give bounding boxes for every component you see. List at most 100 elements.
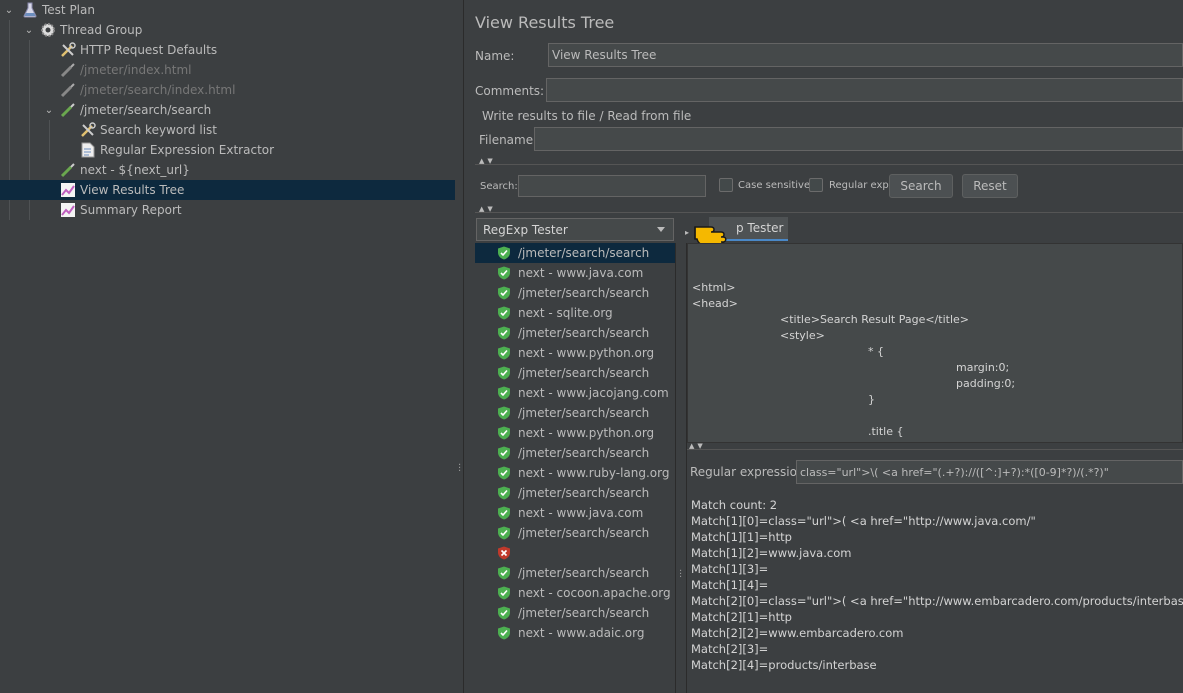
result-item[interactable]: /jmeter/search/search (475, 363, 675, 383)
renderer-select[interactable]: RegExp Tester (476, 218, 674, 241)
result-item[interactable]: /jmeter/search/search (475, 563, 675, 583)
tree-item-test-plan[interactable]: Test Plan (22, 0, 455, 20)
expand-chevron-icon[interactable]: ⌄ (3, 0, 15, 20)
result-item[interactable]: next - cocoon.apache.org (475, 583, 675, 603)
splitter-grip[interactable]: · · · (679, 567, 682, 583)
filename-field[interactable] (534, 127, 1183, 151)
success-shield-icon (497, 566, 511, 580)
result-item[interactable]: /jmeter/search/search (475, 403, 675, 423)
result-label: next - www.java.com (518, 266, 644, 280)
wrench-icon (60, 42, 76, 58)
success-shield-icon (497, 586, 511, 600)
tree-item-view-results-tree[interactable]: View Results Tree (0, 180, 455, 200)
response-line: <html> (692, 281, 736, 294)
result-label: next - www.adaic.org (518, 626, 645, 640)
result-item[interactable]: /jmeter/search/search (475, 603, 675, 623)
chart-icon (60, 202, 76, 218)
tree-item-jmeter-search-search[interactable]: /jmeter/search/search (60, 100, 455, 120)
response-line: } (868, 393, 875, 406)
tree-item-jmeter-search-index[interactable]: /jmeter/search/index.html (60, 80, 455, 100)
success-shield-icon (497, 386, 511, 400)
match-line: Match[2][4]=products/interbase (691, 658, 877, 672)
result-item[interactable]: next - www.java.com (475, 503, 675, 523)
case-sensitive-checkbox[interactable] (719, 178, 733, 192)
regexp-checkbox[interactable] (809, 178, 823, 192)
search-button[interactable]: Search (889, 174, 953, 198)
result-label: /jmeter/search/search (518, 286, 650, 300)
match-line: Match[1][2]=www.java.com (691, 546, 852, 560)
success-shield-icon (497, 426, 511, 440)
success-shield-icon (497, 526, 511, 540)
success-shield-icon (497, 286, 511, 300)
success-shield-icon (497, 306, 511, 320)
result-item[interactable]: next - www.jacojang.com (475, 383, 675, 403)
result-item[interactable]: /jmeter/search/search (475, 523, 675, 543)
results-splitter[interactable]: · · · (675, 243, 687, 693)
result-label: next - www.python.org (518, 426, 655, 440)
divider (687, 449, 1183, 450)
response-line: <title>Search Result Page</title> (780, 313, 969, 326)
result-label: next - sqlite.org (518, 306, 613, 320)
result-item[interactable]: next - sqlite.org (475, 303, 675, 323)
comments-field[interactable] (546, 78, 1183, 102)
result-item[interactable]: next - www.python.org (475, 343, 675, 363)
result-item[interactable]: /jmeter/search/search (475, 283, 675, 303)
result-item[interactable]: next - www.java.com (475, 263, 675, 283)
match-line: Match[2][2]=www.embarcadero.com (691, 626, 904, 640)
result-item[interactable]: next - www.adaic.org (475, 623, 675, 643)
result-item[interactable]: /jmeter/search/search (475, 323, 675, 343)
document-icon (80, 142, 96, 158)
tree-item-jmeter-index[interactable]: /jmeter/index.html (60, 60, 455, 80)
tree-item-label: Thread Group (60, 23, 143, 37)
result-label: next - www.python.org (518, 346, 655, 360)
result-label: next - www.jacojang.com (518, 386, 669, 400)
pipette-icon (60, 102, 76, 118)
success-shield-icon (497, 446, 511, 460)
splitter-arrow-icon[interactable]: ▸ (685, 228, 689, 237)
result-item[interactable]: next - www.ruby-lang.org (475, 463, 675, 483)
match-line: Match count: 2 (691, 498, 778, 512)
regexp-label: Regular exp. (829, 180, 892, 191)
tree-item-search-keyword-list[interactable]: Search keyword list (80, 120, 455, 140)
response-body[interactable]: <html> <head> <title>Search Result Page<… (687, 243, 1183, 443)
tree-item-label: /jmeter/search/search (80, 103, 212, 117)
result-item[interactable] (475, 543, 675, 563)
result-label: /jmeter/search/search (518, 366, 650, 380)
result-item[interactable]: /jmeter/search/search (475, 483, 675, 503)
case-sensitive-label: Case sensitive (738, 180, 811, 191)
regex-input[interactable] (796, 460, 1183, 484)
result-item[interactable]: next - www.python.org (475, 423, 675, 443)
tree-item-http-request-defaults[interactable]: HTTP Request Defaults (60, 40, 455, 60)
result-item[interactable]: /jmeter/search/search (475, 443, 675, 463)
divider (475, 212, 1183, 213)
success-shield-icon (497, 606, 511, 620)
name-field[interactable] (548, 43, 1183, 67)
result-label: /jmeter/search/search (518, 606, 650, 620)
tree-item-label: Regular Expression Extractor (100, 143, 275, 157)
tree-item-regex-extractor[interactable]: Regular Expression Extractor (80, 140, 455, 160)
expand-chevron-icon[interactable]: ⌄ (43, 100, 55, 120)
divider (475, 164, 1183, 165)
tree-item-label: /jmeter/search/index.html (80, 83, 236, 97)
result-label: next - cocoon.apache.org (518, 586, 671, 600)
expand-chevron-icon[interactable]: ⌄ (23, 20, 35, 40)
response-line: * { (868, 345, 884, 358)
response-line: padding:0; (956, 377, 1016, 390)
panel-title: View Results Tree (475, 13, 615, 32)
main-splitter[interactable]: · · · (455, 0, 464, 693)
splitter-grip[interactable]: · · · (458, 461, 461, 477)
result-label: /jmeter/search/search (518, 566, 650, 580)
success-shield-icon (497, 466, 511, 480)
search-label: Search: (480, 181, 518, 192)
search-input[interactable] (518, 175, 706, 197)
result-item[interactable]: /jmeter/search/search (475, 243, 675, 263)
reset-button[interactable]: Reset (962, 174, 1018, 198)
tree-item-summary-report[interactable]: Summary Report (60, 200, 455, 220)
match-line: Match[1][3]= (691, 562, 769, 576)
file-section-label: Write results to file / Read from file (482, 109, 692, 123)
gear-icon (40, 22, 56, 38)
test-plan-tree: ⌄ ⌄ ⌄ Test Plan Thread Group HTTP Reques… (0, 0, 455, 693)
tree-item-next-url[interactable]: next - ${next_url} (60, 160, 455, 180)
tree-item-thread-group[interactable]: Thread Group (40, 20, 455, 40)
result-label: /jmeter/search/search (518, 406, 650, 420)
